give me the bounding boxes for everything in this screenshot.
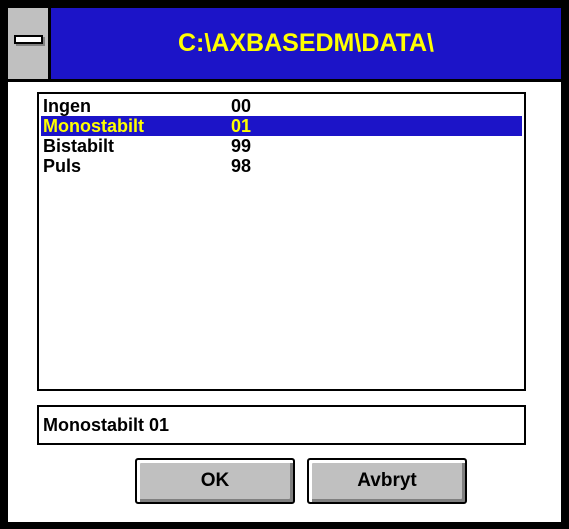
list-item-bistabilt[interactable]: Bistabilt 99 <box>41 136 522 156</box>
selection-field[interactable]: Monostabilt 01 <box>37 405 526 445</box>
list-item-monostabilt[interactable]: Monostabilt 01 <box>41 116 522 136</box>
list-item-name: Ingen <box>43 96 91 116</box>
list-item-ingen[interactable]: Ingen 00 <box>41 96 522 116</box>
window-title: C:\AXBASEDM\DATA\ <box>177 29 434 57</box>
title-divider <box>8 79 561 82</box>
options-listbox[interactable]: Ingen 00 Monostabilt 01 Bistabilt 99 Pul… <box>37 92 526 391</box>
list-item-code: 00 <box>231 96 252 116</box>
system-menu-button[interactable] <box>8 8 51 79</box>
title-bar: C:\AXBASEDM\DATA\ <box>8 8 561 79</box>
list-item-name: Bistabilt <box>43 136 115 156</box>
cancel-button[interactable]: Avbryt <box>307 458 467 504</box>
ok-button[interactable]: OK <box>135 458 295 504</box>
list-item-name: Puls <box>43 156 82 176</box>
list-item-name: Monostabilt <box>43 116 144 136</box>
list-item-puls[interactable]: Puls 98 <box>41 156 522 176</box>
dialog-window: C:\AXBASEDM\DATA\ Ingen 00 Monostabilt 0… <box>0 0 569 529</box>
list-item-code: 99 <box>231 136 252 156</box>
system-menu-icon <box>14 35 43 44</box>
list-item-code: 01 <box>231 116 252 136</box>
list-item-code: 98 <box>231 156 252 176</box>
